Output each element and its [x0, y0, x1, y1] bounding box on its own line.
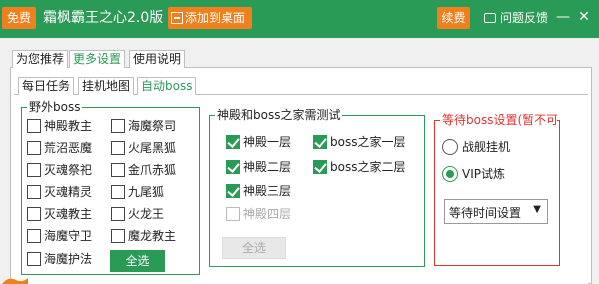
tab-more-settings[interactable]: 更多设置: [69, 50, 126, 68]
temple-label: boss之家一层: [330, 135, 406, 149]
desktop-icon: [171, 12, 183, 24]
free-badge: 免费: [2, 7, 36, 29]
boss-label: 荒沼恶魔: [44, 141, 93, 155]
add-to-desktop-button[interactable]: 添加到桌面: [168, 7, 252, 29]
temple-label: 神殿二层: [243, 160, 292, 174]
wait-time-value: 等待时间设置: [449, 206, 522, 220]
temple-label: 神殿一层: [243, 135, 292, 149]
wait-time-select[interactable]: 等待时间设置 ▼: [444, 199, 548, 224]
boss-label: 神殿教主: [44, 119, 93, 133]
boss-label: 海魔祭司: [128, 119, 177, 133]
boss-label: 火龙王: [128, 207, 165, 221]
wild-boss-title: 野外boss: [27, 100, 83, 114]
temple-label: 神殿四层: [243, 207, 292, 221]
title-bar: 免费 霜枫霸王之心2.0版 添加到桌面 续费 问题反馈 — ✕: [0, 0, 599, 38]
boss-label: 金爪赤狐: [128, 163, 177, 177]
boss-label: 火尾黑狐: [128, 141, 177, 155]
feedback-label: 问题反馈: [500, 11, 549, 25]
radio-label: 战舰挂机: [462, 140, 511, 154]
subtab-auto-boss[interactable]: 自动boss: [137, 77, 197, 95]
temple-label: 神殿三层: [243, 184, 292, 198]
tab-instructions[interactable]: 使用说明: [129, 50, 186, 68]
boss-label: 九尾狐: [128, 185, 165, 199]
temple-label: boss之家二层: [330, 160, 406, 174]
boss-label: 海魔守卫: [44, 229, 93, 243]
temple-group-title: 神殿和boss之家需测试: [215, 108, 343, 122]
app-title: 霜枫霸王之心2.0版: [43, 10, 164, 26]
minimize-button[interactable]: —: [556, 6, 570, 28]
temple-select-all-button[interactable]: 全选: [222, 237, 286, 259]
add-to-desktop-label: 添加到桌面: [185, 11, 246, 25]
chevron-down-icon: ▼: [533, 204, 541, 215]
boss-label: 海魔护法: [44, 252, 93, 266]
boss-label: 魔龙教主: [128, 229, 177, 243]
boss-label: 灭魂祭祀: [44, 163, 93, 177]
close-button[interactable]: ✕: [577, 6, 591, 28]
wild-boss-select-all-button[interactable]: 全选: [110, 250, 165, 272]
renew-button[interactable]: 续费: [437, 7, 470, 29]
feedback-button[interactable]: 问题反馈: [484, 8, 548, 28]
logo-icon: [2, 278, 28, 284]
waiting-boss-title: 等待boss设置(暂不可用: [440, 113, 557, 127]
radio-label: VIP试炼: [462, 167, 505, 181]
boss-label: 灭魂教主: [44, 207, 93, 221]
feedback-icon: [484, 13, 496, 23]
tab-recommend[interactable]: 为您推荐: [12, 50, 69, 68]
subtab-idle-map[interactable]: 挂机地图: [78, 77, 135, 95]
boss-label: 灭魂精灵: [44, 185, 93, 199]
subtab-daily-tasks[interactable]: 每日任务: [18, 77, 75, 95]
